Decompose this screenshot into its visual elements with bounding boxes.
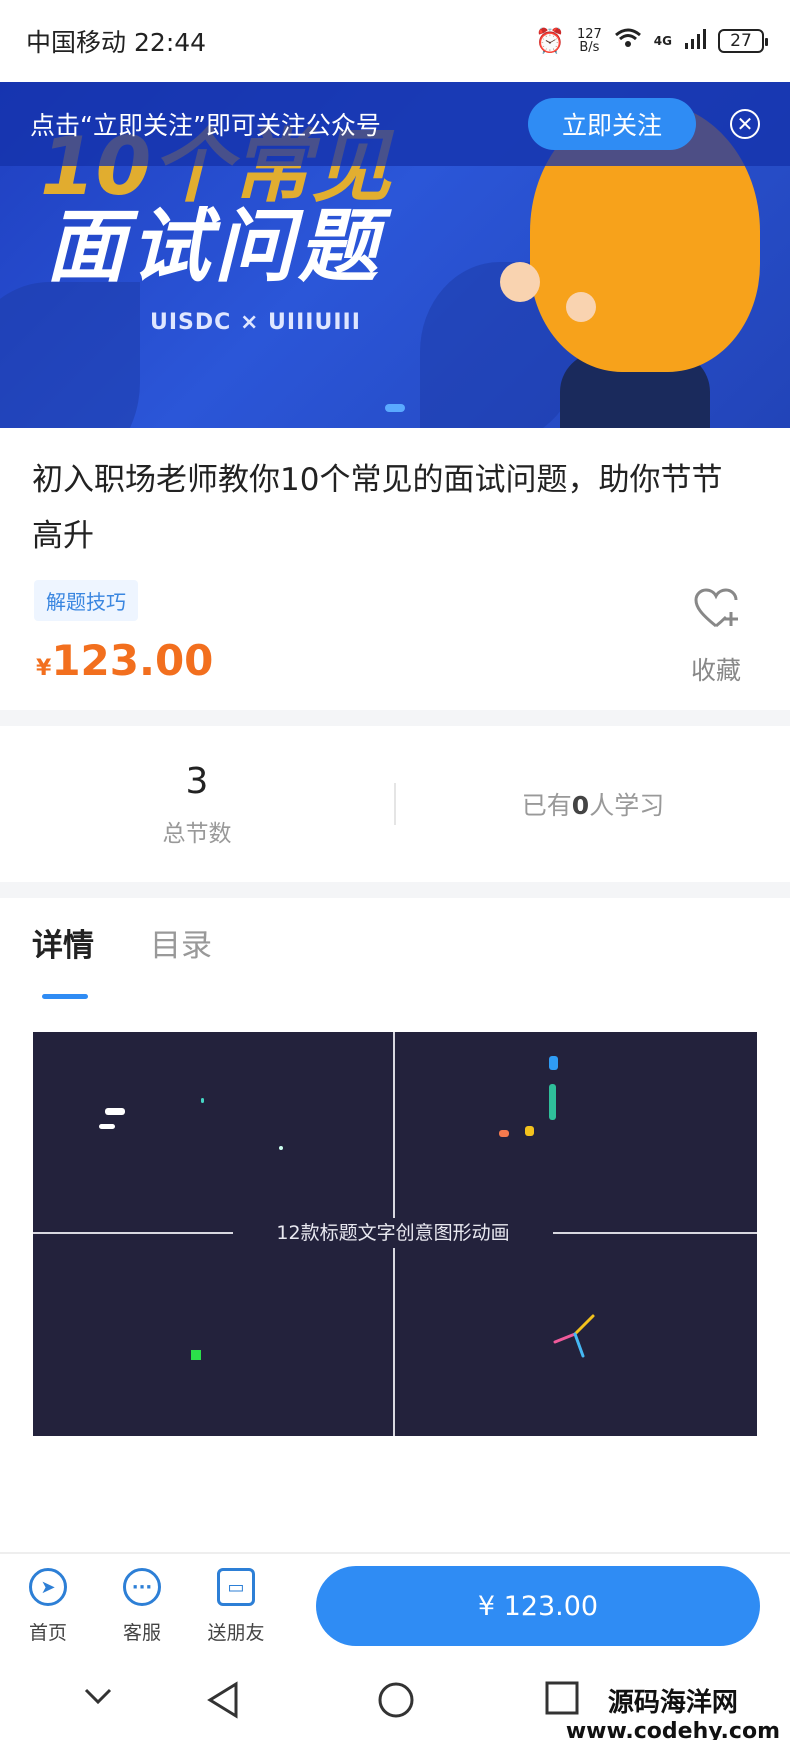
motion-dot	[499, 1130, 509, 1137]
nav-gift-label: 送朋友	[207, 1622, 265, 1644]
leaf-decoration	[0, 282, 140, 428]
motion-bar	[549, 1084, 556, 1120]
alarm-icon: ⏰	[535, 27, 565, 55]
status-bar: 中国移动 22:44 ⏰ 127 B/s 4G 27	[0, 0, 790, 82]
banner-subtitle: UISDC × UIIIUIII	[150, 310, 361, 335]
lessons-stat: 3 总节数	[0, 761, 394, 848]
lessons-count: 3	[185, 760, 209, 802]
illustration-hand	[566, 292, 596, 322]
nav-home-label: 首页	[28, 1622, 67, 1644]
active-tab-indicator	[42, 994, 88, 999]
tab-details[interactable]: 详情	[32, 920, 94, 965]
heart-plus-icon	[686, 588, 746, 639]
illustration-hand	[500, 262, 540, 302]
battery-icon: 27	[718, 29, 768, 53]
section-divider	[0, 710, 790, 726]
motion-bar	[99, 1124, 115, 1129]
course-banner[interactable]: 10个常见 面试问题 UISDC × UIIIUIII 点击“立即关注”即可关注…	[0, 82, 790, 428]
motion-dot	[201, 1098, 204, 1103]
motion-square	[191, 1350, 201, 1360]
motion-bar	[105, 1108, 125, 1115]
carrier-name: 中国移动	[26, 28, 127, 57]
nav-customer-service[interactable]: ··· 客服	[102, 1568, 182, 1645]
nav-home[interactable]: ➤ 首页	[8, 1568, 88, 1645]
motion-stroke	[553, 1314, 595, 1358]
close-icon[interactable]: ✕	[730, 109, 760, 139]
back-icon[interactable]	[206, 1680, 242, 1729]
collapse-icon[interactable]	[82, 1680, 114, 1721]
status-right: ⏰ 127 B/s 4G 27	[535, 27, 768, 55]
learners-count: 0	[571, 791, 590, 820]
course-price: ¥123.00	[36, 636, 213, 685]
follow-button[interactable]: 立即关注	[528, 98, 696, 150]
price-value: 123.00	[51, 636, 214, 685]
watermark-title: 源码海洋网	[607, 1688, 738, 1718]
follow-prompt-text: 点击“立即关注”即可关注公众号	[30, 111, 381, 140]
banner-headline: 面试问题	[46, 200, 382, 293]
site-watermark: 源码海洋网 www.codehy.com	[566, 1682, 780, 1740]
category-tag: 解题技巧	[34, 580, 138, 621]
preview-caption: 12款标题文字创意图形动画	[233, 1218, 553, 1248]
preview-video-image[interactable]: 12款标题文字创意图形动画	[33, 1032, 757, 1436]
favorite-label: 收藏	[690, 656, 741, 685]
follow-prompt-bar: 点击“立即关注”即可关注公众号 立即关注 ✕	[0, 82, 790, 166]
learners-prefix: 已有	[521, 791, 572, 820]
motion-dot	[525, 1126, 534, 1136]
learners-text: 已有0人学习	[522, 791, 664, 820]
course-stats: 3 总节数 已有0人学习	[0, 726, 790, 882]
nav-customer-service-label: 客服	[122, 1622, 161, 1644]
carousel-indicator	[385, 404, 405, 412]
detail-tabs: 详情 目录	[32, 920, 212, 965]
learners-stat: 已有0人学习	[396, 786, 790, 822]
tab-catalog[interactable]: 目录	[150, 920, 212, 965]
buy-button[interactable]: ¥ 123.00	[316, 1566, 760, 1646]
motion-bar	[549, 1056, 558, 1070]
learners-suffix: 人学习	[589, 791, 665, 820]
battery-level: 27	[730, 31, 752, 51]
signal-type: 4G	[653, 34, 672, 48]
clock: 22:44	[134, 28, 207, 57]
bottom-action-bar: ➤ 首页 ··· 客服 ▭ 送朋友 ¥ 123.00	[0, 1552, 790, 1660]
course-title: 初入职场老师教你10个常见的面试问题，助你节节高升	[32, 462, 723, 554]
wifi-icon	[614, 27, 642, 55]
nav-gift[interactable]: ▭ 送朋友	[196, 1568, 276, 1645]
compass-icon: ➤	[29, 1568, 67, 1606]
watermark-url: www.codehy.com	[565, 1719, 780, 1740]
favorite-button[interactable]: 收藏	[686, 588, 746, 687]
signal-icon	[684, 28, 706, 54]
net-speed-unit: B/s	[579, 40, 600, 55]
gift-icon: ▭	[217, 1568, 255, 1606]
chat-icon: ···	[123, 1568, 161, 1606]
lessons-label: 总节数	[162, 820, 232, 847]
net-speed: 127 B/s	[577, 28, 602, 54]
motion-dot	[279, 1146, 283, 1150]
status-left: 中国移动 22:44	[26, 23, 206, 59]
price-currency: ¥	[36, 656, 52, 681]
home-icon[interactable]	[376, 1680, 416, 1729]
section-divider	[0, 882, 790, 898]
